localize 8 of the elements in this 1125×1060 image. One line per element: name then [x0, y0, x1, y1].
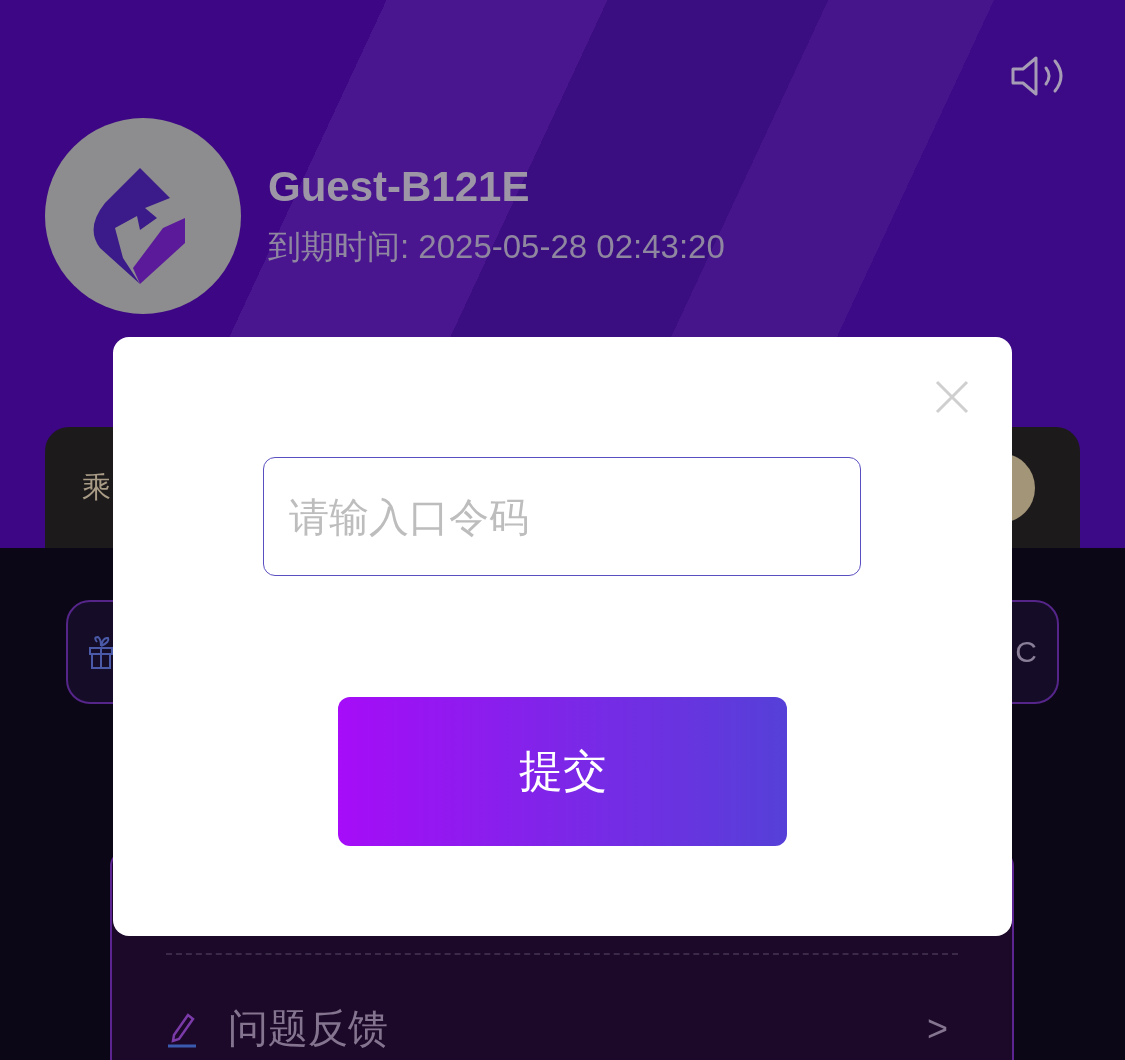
username: Guest-B121E [268, 162, 531, 211]
gift-icon [88, 634, 114, 670]
submit-button[interactable]: 提交 [338, 697, 787, 846]
code-input[interactable]: 请输入口令码 [263, 457, 861, 576]
expiry-time: 到期时间: 2025-05-28 02:43:20 [268, 226, 725, 267]
menu-item[interactable]: 问题反馈 [228, 1001, 897, 1056]
card-label: 乘 [82, 468, 111, 506]
chevron: > [926, 1007, 948, 1050]
